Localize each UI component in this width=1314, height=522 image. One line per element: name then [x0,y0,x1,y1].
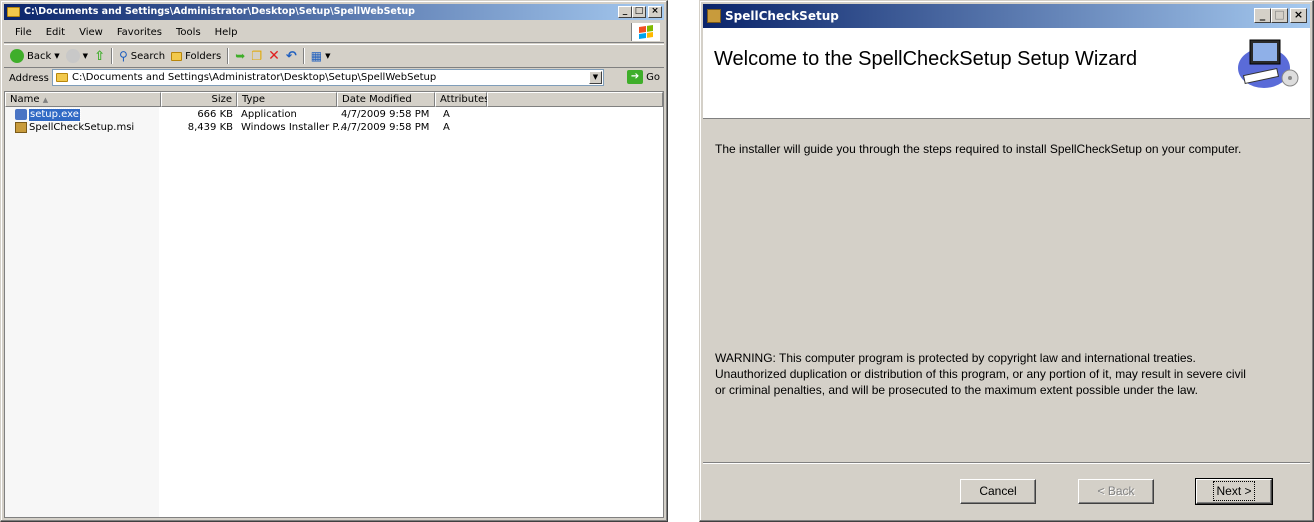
menu-edit[interactable]: Edit [39,27,72,38]
back-button[interactable]: Back ▼ [10,49,60,63]
go-arrow-icon: ➔ [627,70,644,84]
column-header-date-modified[interactable]: Date Modified [337,92,435,107]
folders-icon [171,51,183,61]
installer-titlebar[interactable]: SpellCheckSetup _ □ × [703,4,1310,28]
up-arrow-icon: ⇧ [94,48,105,64]
close-button[interactable]: × [648,6,662,18]
forward-button[interactable]: ▼ [65,49,89,63]
maximize-button[interactable]: □ [632,6,646,18]
move-to-button[interactable]: ➥ [235,49,245,63]
warning-line: or criminal penalties, and will be prose… [715,383,1198,397]
folders-label: Folders [185,50,222,62]
file-attributes: A [443,109,450,120]
forward-arrow-icon [65,49,80,63]
back-label: Back [27,50,52,62]
search-button[interactable]: ⚲ Search [119,49,165,63]
views-icon: ▦ [310,49,323,63]
menu-tools[interactable]: Tools [169,27,208,38]
setup-exe-icon [15,109,27,120]
table-row[interactable]: setup.exe 666 KB Application 4/7/2009 9:… [5,108,663,122]
address-field[interactable]: C:\Documents and Settings\Administrator\… [52,69,604,86]
file-size: 8,439 KB [187,122,233,133]
wizard-heading: Welcome to the SpellCheckSetup Setup Wiz… [714,48,1138,70]
address-bar: Address C:\Documents and Settings\Admini… [4,68,664,88]
warning-line: WARNING: This computer program is protec… [715,351,1196,365]
toolbar-separator [302,48,305,64]
delete-button[interactable]: ✕ [268,48,280,64]
file-type: Application [241,109,297,120]
back-button[interactable]: < Back [1078,479,1154,504]
button-area-divider [703,462,1310,464]
up-folder-button[interactable]: ⇧ [94,49,105,64]
minimize-button[interactable]: _ [1254,8,1271,23]
chevron-down-icon: ▼ [325,52,331,60]
menu-favorites[interactable]: Favorites [110,27,169,38]
cancel-button[interactable]: Cancel [960,479,1036,504]
column-headers: Name ▲ Size Type Date Modified Attribute… [5,92,663,107]
file-attributes: A [443,122,450,133]
menu-help[interactable]: Help [208,27,245,38]
intro-text: The installer will guide you through the… [715,142,1242,156]
column-header-name[interactable]: Name ▲ [5,92,161,107]
toolbar-separator [110,48,113,64]
close-button[interactable]: × [1290,8,1307,23]
delete-icon: ✕ [268,48,280,64]
explorer-title: C:\Documents and Settings\Administrator\… [24,6,415,17]
installer-title: SpellCheckSetup [725,9,839,23]
standard-toolbar: Back ▼ ▼ ⇧ ⚲ Search Folders ➥ ❐ ✕ ↶ ▦ ▼ [4,44,664,68]
copy-to-button[interactable]: ❐ [251,49,262,63]
chevron-down-icon: ▼ [82,52,89,60]
views-button[interactable]: ▦ ▼ [311,49,331,63]
folder-icon [56,73,68,82]
back-arrow-icon [10,49,24,63]
file-list[interactable]: Name ▲ Size Type Date Modified Attribute… [4,91,664,518]
address-label: Address [9,72,49,84]
file-name: setup.exe [28,108,81,122]
next-button[interactable]: Next > [1195,478,1273,505]
file-size: 666 KB [197,109,233,120]
chevron-down-icon: ▼ [54,52,60,60]
undo-button[interactable]: ↶ [286,49,297,64]
msi-package-icon [15,122,27,133]
wizard-banner: Welcome to the SpellCheckSetup Setup Wiz… [703,28,1310,119]
column-header-type[interactable]: Type [237,92,337,107]
copyright-warning: WARNING: This computer program is protec… [715,350,1246,398]
file-date: 4/7/2009 9:58 PM [341,109,430,120]
maximize-button[interactable]: □ [1271,8,1288,23]
copy-to-icon: ❐ [251,49,263,63]
windows-logo-icon [631,23,660,41]
undo-icon: ↶ [285,48,297,64]
folder-icon [7,7,20,17]
installer-window: SpellCheckSetup _ □ × Welcome to the Spe… [699,0,1314,522]
column-header-attributes[interactable]: Attributes [435,92,489,107]
installer-app-icon [707,9,721,23]
search-label: Search [130,50,166,62]
file-date: 4/7/2009 9:58 PM [341,122,430,133]
search-icon: ⚲ [118,49,128,63]
menu-bar: File Edit View Favorites Tools Help [4,22,664,43]
menu-file[interactable]: File [8,27,39,38]
address-value: C:\Documents and Settings\Administrator\… [72,72,437,83]
explorer-window: C:\Documents and Settings\Administrator\… [0,0,668,522]
warning-line: Unauthorized duplication or distribution… [715,367,1246,381]
move-to-icon: ➥ [235,49,246,63]
minimize-button[interactable]: _ [618,6,632,18]
folders-button[interactable]: Folders [171,51,221,62]
address-dropdown-button[interactable]: ▼ [589,71,602,84]
toolbar-separator [227,48,230,64]
explorer-titlebar[interactable]: C:\Documents and Settings\Administrator\… [4,4,664,20]
sort-ascending-icon: ▲ [42,96,49,104]
go-label: Go [646,71,660,83]
computer-setup-icon [1238,39,1299,88]
column-header-size[interactable]: Size [161,92,237,107]
menu-view[interactable]: View [72,27,110,38]
table-row[interactable]: SpellCheckSetup.msi 8,439 KB Windows Ins… [5,122,663,134]
go-button[interactable]: ➔ Go [627,70,660,84]
sorted-column-shading [5,107,159,517]
file-name: SpellCheckSetup.msi [29,122,135,133]
file-type: Windows Installer P... [241,122,347,133]
